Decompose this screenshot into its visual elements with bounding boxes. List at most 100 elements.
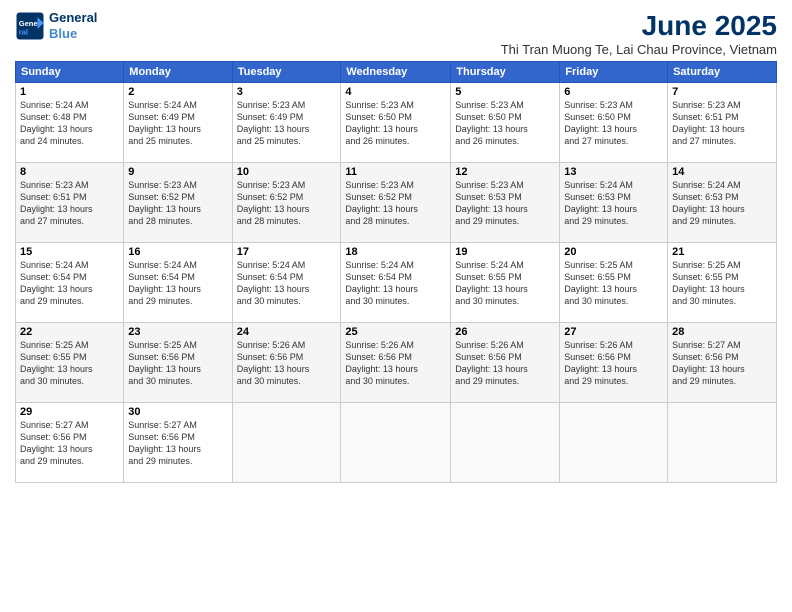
logo-line2: Blue [49,26,97,42]
calendar-cell: 27Sunrise: 5:26 AM Sunset: 6:56 PM Dayli… [560,323,668,403]
day-info: Sunrise: 5:25 AM Sunset: 6:55 PM Dayligh… [20,339,119,388]
calendar-cell [668,403,777,483]
day-number: 14 [672,166,772,178]
day-number: 10 [237,166,337,178]
day-number: 21 [672,246,772,258]
day-info: Sunrise: 5:25 AM Sunset: 6:55 PM Dayligh… [564,259,663,308]
calendar-cell: 17Sunrise: 5:24 AM Sunset: 6:54 PM Dayli… [232,243,341,323]
day-number: 3 [237,86,337,98]
day-number: 22 [20,326,119,338]
calendar-cell: 15Sunrise: 5:24 AM Sunset: 6:54 PM Dayli… [16,243,124,323]
day-number: 11 [345,166,446,178]
calendar-cell: 8Sunrise: 5:23 AM Sunset: 6:51 PM Daylig… [16,163,124,243]
column-header-saturday: Saturday [668,62,777,83]
column-header-friday: Friday [560,62,668,83]
column-header-sunday: Sunday [16,62,124,83]
calendar-cell: 12Sunrise: 5:23 AM Sunset: 6:53 PM Dayli… [451,163,560,243]
day-info: Sunrise: 5:23 AM Sunset: 6:51 PM Dayligh… [672,99,772,148]
day-info: Sunrise: 5:23 AM Sunset: 6:53 PM Dayligh… [455,179,555,228]
svg-text:ral: ral [19,27,28,36]
logo-icon: Gene ral [15,11,45,41]
day-number: 27 [564,326,663,338]
day-info: Sunrise: 5:23 AM Sunset: 6:52 PM Dayligh… [128,179,227,228]
day-number: 8 [20,166,119,178]
calendar-cell: 19Sunrise: 5:24 AM Sunset: 6:55 PM Dayli… [451,243,560,323]
calendar-cell [560,403,668,483]
calendar-cell: 9Sunrise: 5:23 AM Sunset: 6:52 PM Daylig… [124,163,232,243]
column-header-thursday: Thursday [451,62,560,83]
calendar-cell: 16Sunrise: 5:24 AM Sunset: 6:54 PM Dayli… [124,243,232,323]
day-number: 24 [237,326,337,338]
day-number: 29 [20,406,119,418]
main-title: June 2025 [501,10,777,42]
day-number: 18 [345,246,446,258]
calendar-week-5: 29Sunrise: 5:27 AM Sunset: 6:56 PM Dayli… [16,403,777,483]
day-info: Sunrise: 5:24 AM Sunset: 6:53 PM Dayligh… [672,179,772,228]
calendar-cell: 25Sunrise: 5:26 AM Sunset: 6:56 PM Dayli… [341,323,451,403]
calendar-cell: 7Sunrise: 5:23 AM Sunset: 6:51 PM Daylig… [668,83,777,163]
calendar-cell: 11Sunrise: 5:23 AM Sunset: 6:52 PM Dayli… [341,163,451,243]
day-info: Sunrise: 5:23 AM Sunset: 6:52 PM Dayligh… [237,179,337,228]
title-block: June 2025 Thi Tran Muong Te, Lai Chau Pr… [501,10,777,57]
day-number: 1 [20,86,119,98]
calendar-header-row: SundayMondayTuesdayWednesdayThursdayFrid… [16,62,777,83]
calendar-week-4: 22Sunrise: 5:25 AM Sunset: 6:55 PM Dayli… [16,323,777,403]
day-number: 4 [345,86,446,98]
day-info: Sunrise: 5:24 AM Sunset: 6:49 PM Dayligh… [128,99,227,148]
day-info: Sunrise: 5:24 AM Sunset: 6:54 PM Dayligh… [20,259,119,308]
day-info: Sunrise: 5:25 AM Sunset: 6:56 PM Dayligh… [128,339,227,388]
calendar-cell: 24Sunrise: 5:26 AM Sunset: 6:56 PM Dayli… [232,323,341,403]
day-info: Sunrise: 5:26 AM Sunset: 6:56 PM Dayligh… [345,339,446,388]
day-number: 2 [128,86,227,98]
calendar-week-3: 15Sunrise: 5:24 AM Sunset: 6:54 PM Dayli… [16,243,777,323]
day-number: 30 [128,406,227,418]
day-info: Sunrise: 5:24 AM Sunset: 6:53 PM Dayligh… [564,179,663,228]
day-info: Sunrise: 5:23 AM Sunset: 6:50 PM Dayligh… [345,99,446,148]
day-info: Sunrise: 5:25 AM Sunset: 6:55 PM Dayligh… [672,259,772,308]
day-info: Sunrise: 5:27 AM Sunset: 6:56 PM Dayligh… [128,419,227,468]
calendar-cell: 14Sunrise: 5:24 AM Sunset: 6:53 PM Dayli… [668,163,777,243]
calendar-cell [341,403,451,483]
calendar-cell: 1Sunrise: 5:24 AM Sunset: 6:48 PM Daylig… [16,83,124,163]
logo-line1: General [49,10,97,26]
day-number: 7 [672,86,772,98]
day-number: 6 [564,86,663,98]
day-info: Sunrise: 5:23 AM Sunset: 6:50 PM Dayligh… [564,99,663,148]
day-number: 23 [128,326,227,338]
column-header-tuesday: Tuesday [232,62,341,83]
day-number: 16 [128,246,227,258]
day-number: 26 [455,326,555,338]
day-number: 12 [455,166,555,178]
calendar-cell: 6Sunrise: 5:23 AM Sunset: 6:50 PM Daylig… [560,83,668,163]
calendar-cell [232,403,341,483]
day-number: 9 [128,166,227,178]
calendar-cell: 22Sunrise: 5:25 AM Sunset: 6:55 PM Dayli… [16,323,124,403]
day-number: 28 [672,326,772,338]
page-header: Gene ral General Blue June 2025 Thi Tran… [15,10,777,57]
day-info: Sunrise: 5:26 AM Sunset: 6:56 PM Dayligh… [564,339,663,388]
day-info: Sunrise: 5:23 AM Sunset: 6:50 PM Dayligh… [455,99,555,148]
calendar-cell [451,403,560,483]
calendar-cell: 2Sunrise: 5:24 AM Sunset: 6:49 PM Daylig… [124,83,232,163]
day-info: Sunrise: 5:24 AM Sunset: 6:55 PM Dayligh… [455,259,555,308]
day-number: 25 [345,326,446,338]
calendar-cell: 26Sunrise: 5:26 AM Sunset: 6:56 PM Dayli… [451,323,560,403]
logo: Gene ral General Blue [15,10,97,41]
calendar-cell: 13Sunrise: 5:24 AM Sunset: 6:53 PM Dayli… [560,163,668,243]
calendar-week-2: 8Sunrise: 5:23 AM Sunset: 6:51 PM Daylig… [16,163,777,243]
day-number: 5 [455,86,555,98]
day-info: Sunrise: 5:24 AM Sunset: 6:54 PM Dayligh… [237,259,337,308]
day-number: 15 [20,246,119,258]
subtitle: Thi Tran Muong Te, Lai Chau Province, Vi… [501,42,777,57]
calendar-cell: 5Sunrise: 5:23 AM Sunset: 6:50 PM Daylig… [451,83,560,163]
day-info: Sunrise: 5:23 AM Sunset: 6:52 PM Dayligh… [345,179,446,228]
day-info: Sunrise: 5:26 AM Sunset: 6:56 PM Dayligh… [455,339,555,388]
column-header-wednesday: Wednesday [341,62,451,83]
calendar-cell: 4Sunrise: 5:23 AM Sunset: 6:50 PM Daylig… [341,83,451,163]
calendar-cell: 18Sunrise: 5:24 AM Sunset: 6:54 PM Dayli… [341,243,451,323]
day-info: Sunrise: 5:27 AM Sunset: 6:56 PM Dayligh… [20,419,119,468]
calendar-cell: 3Sunrise: 5:23 AM Sunset: 6:49 PM Daylig… [232,83,341,163]
day-number: 20 [564,246,663,258]
day-info: Sunrise: 5:23 AM Sunset: 6:51 PM Dayligh… [20,179,119,228]
day-info: Sunrise: 5:24 AM Sunset: 6:48 PM Dayligh… [20,99,119,148]
